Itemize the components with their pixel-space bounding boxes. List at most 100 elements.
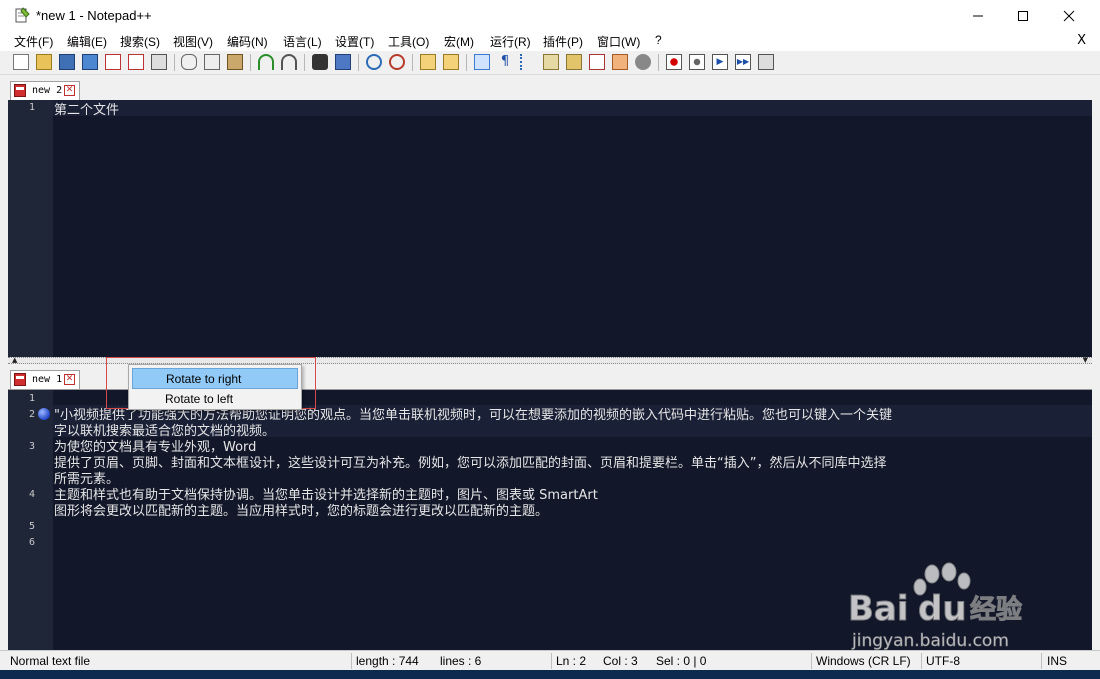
current-line-highlight bbox=[53, 100, 1092, 116]
line-number: 3 bbox=[28, 441, 35, 452]
status-sel: Sel : 0 | 0 bbox=[656, 654, 707, 668]
top-tab-strip: new 2 ✕ bbox=[8, 78, 1092, 101]
tab-new-2[interactable]: new 2 ✕ bbox=[10, 81, 80, 100]
save-macro-icon[interactable] bbox=[758, 54, 774, 70]
close-document-button[interactable]: X bbox=[1077, 33, 1086, 48]
title-bar: *new 1 - Notepad++ bbox=[0, 0, 1100, 31]
word-wrap-icon[interactable] bbox=[474, 54, 490, 70]
monitoring-icon[interactable] bbox=[635, 54, 651, 70]
status-ln: Ln : 2 bbox=[556, 654, 587, 668]
paste-icon[interactable] bbox=[227, 54, 243, 70]
menu-view[interactable]: 视图(V) bbox=[173, 33, 213, 50]
cut-icon[interactable] bbox=[181, 54, 197, 70]
code-line-wrap: 提供了页眉、页脚、封面和文本框设计，这些设计可互为补充。例如，您可以添加匹配的封… bbox=[54, 456, 887, 471]
svg-text:du: du bbox=[918, 589, 967, 629]
line-number: 6 bbox=[28, 537, 35, 548]
redo-icon[interactable] bbox=[281, 54, 297, 70]
menu-macro[interactable]: 宏(M) bbox=[444, 33, 474, 50]
status-length: length : 744 bbox=[356, 654, 419, 668]
split-up-arrow-icon[interactable]: ▲ bbox=[12, 356, 17, 364]
menu-help[interactable]: ? bbox=[655, 33, 662, 47]
status-eol[interactable]: Windows (CR LF) bbox=[816, 654, 911, 668]
line-number: 4 bbox=[28, 489, 35, 500]
function-list-icon[interactable] bbox=[543, 54, 559, 70]
line-number: 1 bbox=[28, 393, 35, 404]
menu-plugins[interactable]: 插件(P) bbox=[543, 33, 583, 50]
window-title: *new 1 - Notepad++ bbox=[36, 8, 152, 23]
open-file-icon[interactable] bbox=[36, 54, 52, 70]
close-all-icon[interactable] bbox=[128, 54, 144, 70]
close-tab-icon[interactable]: ✕ bbox=[64, 374, 75, 385]
menu-encoding[interactable]: 编码(N) bbox=[227, 33, 268, 50]
menu-window[interactable]: 窗口(W) bbox=[597, 33, 640, 50]
menu-file[interactable]: 文件(F) bbox=[14, 33, 53, 50]
line-number: 2 bbox=[28, 409, 35, 420]
status-encoding[interactable]: UTF-8 bbox=[926, 654, 960, 668]
folder-workspace-icon[interactable] bbox=[566, 54, 582, 70]
status-bar: Normal text file length : 744 lines : 6 … bbox=[0, 650, 1100, 671]
status-col: Col : 3 bbox=[603, 654, 638, 668]
run-macro-icon[interactable]: ▶▶ bbox=[735, 54, 751, 70]
menu-run[interactable]: 运行(R) bbox=[490, 33, 531, 50]
split-down-arrow-icon[interactable]: ▼ bbox=[1083, 356, 1088, 364]
sync-vertical-icon[interactable] bbox=[420, 54, 436, 70]
status-lines: lines : 6 bbox=[440, 654, 482, 668]
rotate-left-menu-item[interactable]: Rotate to left bbox=[132, 389, 298, 410]
stop-macro-icon[interactable] bbox=[689, 54, 705, 70]
zoom-out-icon[interactable] bbox=[389, 54, 405, 70]
menu-bar: 文件(F) 编辑(E) 搜索(S) 视图(V) 编码(N) 语言(L) 设置(T… bbox=[0, 31, 1100, 51]
sync-horizontal-icon[interactable] bbox=[443, 54, 459, 70]
status-insert-mode[interactable]: INS bbox=[1047, 654, 1067, 668]
menu-language[interactable]: 语言(L) bbox=[283, 33, 322, 50]
line-number-gutter bbox=[8, 100, 53, 357]
line-number: 1 bbox=[28, 102, 35, 113]
rotate-right-menu-item[interactable]: Rotate to right bbox=[132, 368, 298, 389]
toolbar: ¶ ▶ ▶▶ bbox=[0, 51, 1100, 75]
baidu-jingyan-watermark: Bai du 经验 jingyan.baidu.com bbox=[848, 562, 1023, 651]
close-file-icon[interactable] bbox=[105, 54, 121, 70]
tab-label: new 1 bbox=[32, 374, 63, 385]
bookmark-icon[interactable] bbox=[38, 408, 50, 420]
maximize-icon bbox=[1018, 10, 1028, 21]
save-all-icon[interactable] bbox=[82, 54, 98, 70]
code-line: 第二个文件 bbox=[54, 103, 120, 118]
status-filetype: Normal text file bbox=[10, 654, 91, 668]
tab-label: new 2 bbox=[32, 85, 63, 96]
taskbar-edge bbox=[0, 670, 1100, 679]
tab-new-1[interactable]: new 1 ✕ bbox=[10, 370, 80, 389]
context-menu: Rotate to right Rotate to left bbox=[128, 364, 302, 410]
unsaved-file-icon bbox=[14, 373, 26, 386]
minimize-button[interactable] bbox=[955, 0, 1001, 31]
print-icon[interactable] bbox=[151, 54, 167, 70]
code-line-wrap: 图形将会更改以匹配新的主题。当应用样式时，您的标题会进行更改以匹配新的主题。 bbox=[54, 504, 549, 519]
close-window-button[interactable] bbox=[1046, 0, 1092, 31]
line-number-gutter bbox=[8, 390, 53, 650]
indent-guide-icon[interactable] bbox=[520, 54, 536, 70]
menu-settings[interactable]: 设置(T) bbox=[335, 33, 374, 50]
svg-text:Bai: Bai bbox=[848, 589, 909, 629]
undo-icon[interactable] bbox=[258, 54, 274, 70]
unsaved-file-icon bbox=[14, 84, 26, 97]
close-tab-icon[interactable]: ✕ bbox=[64, 85, 75, 96]
menu-edit[interactable]: 编辑(E) bbox=[67, 33, 107, 50]
new-file-icon[interactable] bbox=[13, 54, 29, 70]
close-icon bbox=[1063, 10, 1075, 21]
svg-text:经验: 经验 bbox=[970, 594, 1022, 625]
menu-search[interactable]: 搜索(S) bbox=[120, 33, 160, 50]
save-icon[interactable] bbox=[59, 54, 75, 70]
copy-icon[interactable] bbox=[204, 54, 220, 70]
doc-list-icon[interactable] bbox=[612, 54, 628, 70]
show-all-chars-icon[interactable]: ¶ bbox=[497, 54, 513, 70]
notepadpp-icon bbox=[15, 7, 30, 23]
maximize-button[interactable] bbox=[1000, 0, 1046, 31]
replace-icon[interactable] bbox=[335, 54, 351, 70]
doc-map-icon[interactable] bbox=[589, 54, 605, 70]
record-macro-icon[interactable] bbox=[666, 54, 682, 70]
menu-tools[interactable]: 工具(O) bbox=[388, 33, 429, 50]
svg-text:jingyan.baidu.com: jingyan.baidu.com bbox=[851, 631, 1009, 651]
zoom-in-icon[interactable] bbox=[366, 54, 382, 70]
play-macro-icon[interactable]: ▶ bbox=[712, 54, 728, 70]
find-icon[interactable] bbox=[312, 54, 328, 70]
minimize-icon bbox=[973, 15, 983, 16]
top-editor[interactable]: 1 第二个文件 bbox=[8, 100, 1092, 357]
